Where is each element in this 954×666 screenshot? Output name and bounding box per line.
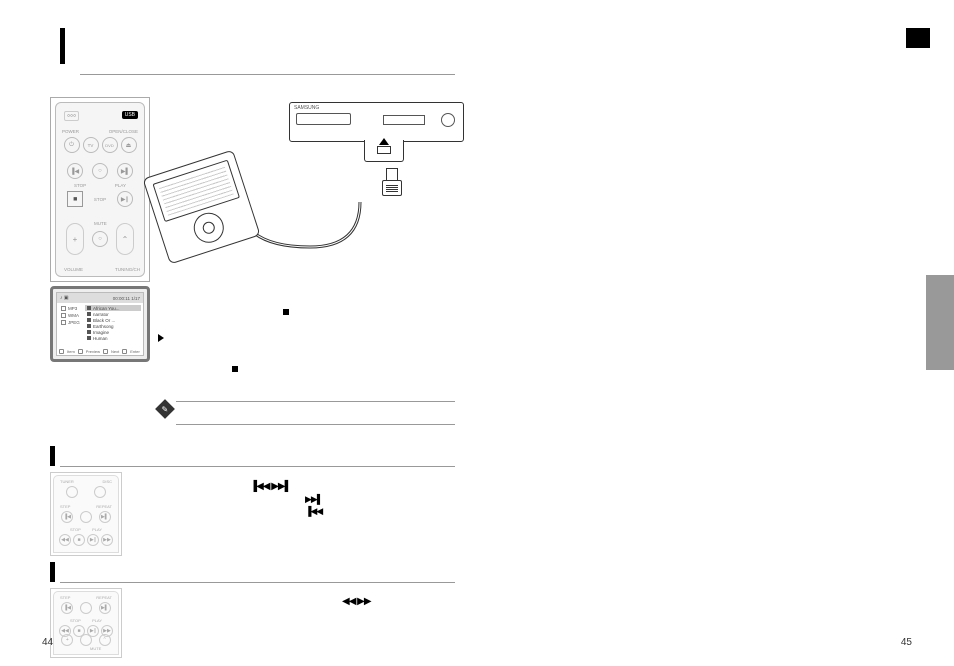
skip-forward-button: ▶▌ [99, 511, 111, 523]
side-tab-icon [926, 275, 954, 370]
page-tab-left [60, 28, 65, 64]
usb-port-icon [364, 140, 404, 162]
usb-plug-icon [382, 168, 402, 198]
right-page: 45 [477, 0, 954, 666]
dvd-player-icon: SAMSUNG [289, 102, 464, 142]
next-button: ▶▌ [117, 163, 133, 179]
tv-button: TV [83, 137, 99, 153]
prev-button: ▐◀ [67, 163, 83, 179]
stop-button: ■ [67, 191, 83, 207]
title-divider [80, 74, 455, 75]
section-divider [60, 466, 455, 467]
left-page: ○○○ USB POWER OPEN/CLOSE ⏻ TV DVD ⏏ ▐◀ ○… [0, 0, 477, 666]
skip-back-icon: ▐◀◀ [305, 506, 322, 517]
brand-label: SAMSUNG [294, 105, 319, 111]
page-number-left: 44 [42, 637, 53, 648]
section-divider [60, 582, 455, 583]
label-tuning: TUNING/CH [115, 267, 140, 272]
remote-control-large: ○○○ USB POWER OPEN/CLOSE ⏻ TV DVD ⏏ ▐◀ ○… [50, 97, 150, 282]
note-divider-top [176, 401, 455, 402]
remote-small-tag: ○○○ [64, 111, 79, 121]
osd-footer-icon [122, 349, 127, 354]
source-button: ○ [92, 163, 108, 179]
page-number-right: 45 [901, 637, 912, 648]
remote-control-small: STEP REPEAT ▐◀▶▌ STOP PLAY ◀◀■▶∥▶▶ MUTE … [50, 588, 122, 658]
label-openclose: OPEN/CLOSE [109, 129, 138, 134]
volume-up-button: + [66, 223, 84, 255]
label-volume: VOLUME [64, 267, 83, 272]
remote-control-small: TUNER DISC STEP REPEAT ▐◀▶▌ STOP PLAY ◀◀… [50, 472, 122, 556]
label-mute: MUTE [94, 221, 107, 226]
note-divider-bottom [176, 424, 455, 425]
usb-button-icon: USB [122, 111, 138, 119]
section-marker [50, 446, 55, 466]
label-stop-mid: STOP [94, 197, 106, 202]
label-stop: STOP [74, 183, 86, 188]
osd-list-item: Human [85, 335, 141, 341]
osd-footer-icon [103, 349, 108, 354]
power-button: ⏻ [64, 137, 80, 153]
arrow-up-icon [379, 138, 389, 145]
mute-button: ○ [92, 231, 108, 247]
page-tab-right [906, 28, 930, 48]
skip-forward-icon: ▶▶▌ [305, 494, 322, 505]
section-marker [50, 562, 55, 582]
label-power: POWER [62, 129, 79, 134]
ffrw-icons: ◀◀ ▶▶ [342, 596, 371, 607]
note-icon: ✎ [155, 399, 175, 419]
step-pointer [158, 334, 168, 344]
dvd-button: DVD [102, 137, 118, 153]
label-play: PLAY [115, 183, 126, 188]
play-pause-button: ▶∥ [117, 191, 133, 207]
osd-side-mp3: MP3 [59, 305, 83, 312]
eject-button: ⏏ [121, 137, 137, 153]
osd-footer-icon [59, 349, 64, 354]
channel-up-button: ⌃ [116, 223, 134, 255]
bullet-icon [232, 366, 243, 375]
osd-side-jpeg: JPEG [59, 319, 83, 326]
osd-title-right: 00:00:11 1/17 [113, 296, 140, 301]
skip-back-button: ▐◀ [61, 511, 73, 523]
osd-title-icon: ♪ ▣ [60, 295, 69, 301]
bullet-icon [283, 309, 294, 318]
osd-footer-icon [78, 349, 83, 354]
skip-icons: ▐◀◀ ▶▶▌ [250, 481, 291, 492]
connection-illustration: SAMSUNG [154, 102, 464, 262]
osd-screen-thumbnail: ♪ ▣ 00:00:11 1/17 MP3 WMA JPEG African Y… [50, 286, 150, 362]
osd-side-wma: WMA [59, 312, 83, 319]
